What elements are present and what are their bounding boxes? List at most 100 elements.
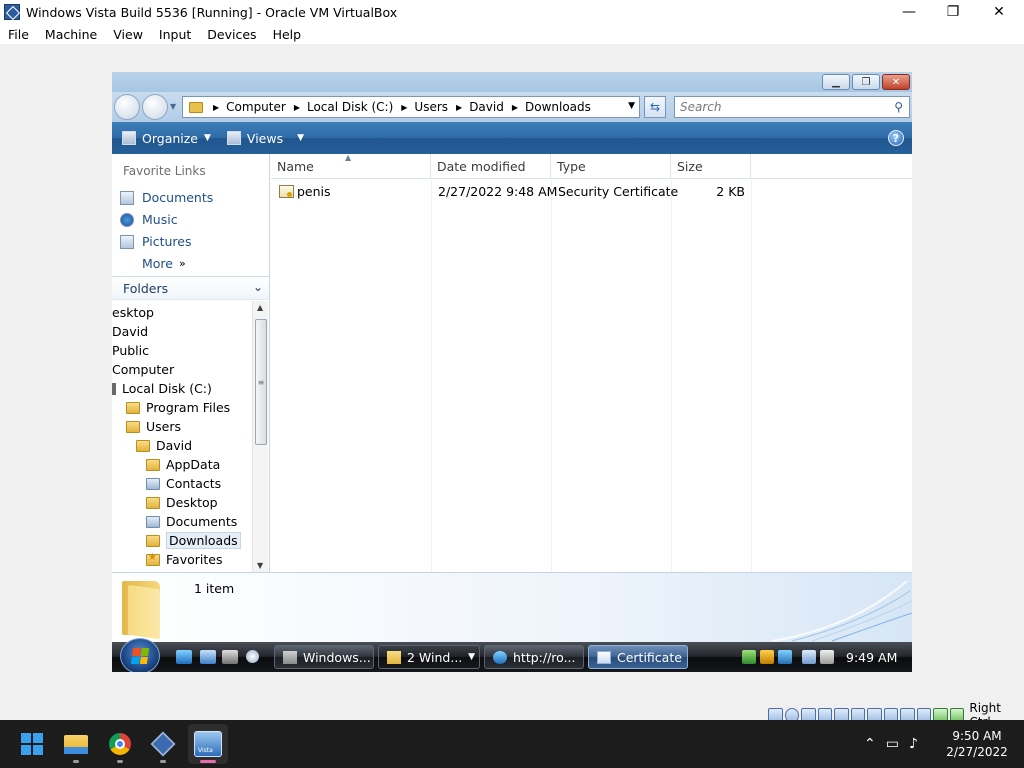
favorite-link-pictures[interactable]: Pictures — [120, 234, 192, 249]
column-header-type[interactable]: Type — [551, 154, 671, 179]
folders-toggle[interactable]: Folders ⌄ — [112, 276, 269, 300]
tree-item[interactable]: David — [112, 322, 148, 341]
tree-item[interactable]: AppData — [146, 455, 220, 474]
tree-item[interactable]: Documents — [146, 512, 237, 531]
double-chevron-right-icon: » — [179, 257, 186, 270]
file-name-cell[interactable]: penis — [279, 180, 331, 202]
menu-devices[interactable]: Devices — [199, 27, 264, 42]
tree-item[interactable]: Favorites — [146, 550, 222, 569]
tree-item[interactable]: Local Disk (C:) — [112, 379, 212, 398]
column-label: Type — [557, 159, 586, 174]
more-links-button[interactable]: More » — [142, 256, 186, 271]
breadcrumb-local-disk[interactable]: Local Disk (C:) — [307, 100, 393, 114]
tree-item[interactable]: Downloads — [146, 531, 241, 550]
file-explorer-button[interactable] — [56, 724, 96, 764]
column-divider — [751, 179, 752, 572]
volume-icon[interactable]: ♪ — [909, 736, 918, 752]
scroll-thumb[interactable]: ≡ — [255, 319, 267, 445]
minimize-button[interactable]: — — [886, 0, 932, 24]
breadcrumb-separator-icon[interactable]: ▶ — [456, 103, 462, 112]
tree-item[interactable]: Public — [112, 341, 149, 360]
chrome-button[interactable] — [100, 724, 140, 764]
certificate-window-icon — [597, 650, 611, 664]
windows-flag-icon — [130, 648, 150, 664]
recent-pages-dropdown[interactable]: ▼ — [170, 102, 178, 111]
media-player-icon[interactable] — [246, 650, 259, 663]
explorer-minimize-button[interactable]: ▁ — [822, 74, 850, 90]
vista-clock[interactable]: 9:49 AM — [846, 650, 897, 665]
tree-item[interactable]: Contacts — [146, 474, 221, 493]
breadcrumb-david[interactable]: David — [469, 100, 504, 114]
chevron-down-icon: ▼ — [204, 133, 211, 143]
forward-button[interactable] — [142, 94, 168, 120]
restore-button[interactable]: ❐ — [930, 0, 976, 24]
search-input[interactable] — [680, 100, 880, 114]
taskbar-button-windows[interactable]: Windows... — [274, 645, 374, 669]
breadcrumb-separator-icon[interactable]: ▶ — [213, 103, 219, 112]
windows-defender-icon[interactable] — [778, 650, 792, 664]
breadcrumb-computer[interactable]: Computer — [226, 100, 286, 114]
host-title-bar: Windows Vista Build 5536 [Running] - Ora… — [0, 0, 1024, 24]
volume-icon[interactable] — [820, 650, 834, 664]
folder-tree-scrollbar[interactable]: ▲ ≡ ▼ — [252, 301, 268, 572]
menu-view[interactable]: View — [105, 27, 151, 42]
breadcrumb-separator-icon[interactable]: ▶ — [294, 103, 300, 112]
taskbar-button-browser[interactable]: http://ro... — [484, 645, 584, 669]
search-box[interactable]: ⚲ — [674, 96, 910, 118]
vista-vm-button[interactable] — [188, 724, 228, 764]
tray-app-icon[interactable] — [742, 650, 756, 664]
show-desktop-icon[interactable] — [200, 650, 216, 664]
favorite-link-label: Documents — [142, 190, 214, 205]
virtualbox-manager-button[interactable] — [143, 724, 183, 764]
network-icon[interactable]: ▭ — [886, 736, 899, 752]
help-icon[interactable]: ? — [888, 130, 904, 146]
tree-item[interactable]: esktop — [112, 303, 154, 322]
taskbar-button-explorer-group[interactable]: 2 Wind... ▼ — [378, 645, 480, 669]
tree-item-label: Users — [146, 419, 182, 434]
taskbar-button-certificate[interactable]: Certificate — [588, 645, 688, 669]
menu-input[interactable]: Input — [151, 27, 199, 42]
scroll-down-icon[interactable]: ▼ — [257, 561, 263, 570]
folder-icon — [126, 401, 140, 414]
explorer-maximize-button[interactable]: ❐ — [852, 74, 880, 90]
breadcrumb-downloads[interactable]: Downloads — [525, 100, 591, 114]
tree-item[interactable]: Desktop — [146, 493, 218, 512]
tree-item[interactable]: Users — [126, 417, 181, 436]
windows-start-button[interactable] — [12, 724, 52, 764]
menu-file[interactable]: File — [0, 27, 37, 42]
host-clock[interactable]: 9:50 AM 2/27/2022 — [946, 728, 1008, 760]
file-row[interactable]: penis 2/27/2022 9:48 AM Security Certifi… — [271, 180, 912, 202]
breadcrumb-separator-icon[interactable]: ▶ — [512, 103, 518, 112]
network-icon[interactable] — [802, 650, 816, 664]
menu-machine[interactable]: Machine — [37, 27, 105, 42]
address-bar[interactable]: ▶ Computer ▶ Local Disk (C:) ▶ Users ▶ D… — [182, 96, 640, 118]
internet-explorer-icon[interactable] — [176, 650, 192, 664]
menu-help[interactable]: Help — [265, 27, 310, 42]
refresh-button[interactable]: ⇆ — [644, 96, 666, 118]
close-button[interactable]: ✕ — [976, 0, 1022, 24]
chevron-up-icon[interactable]: ⌃ — [864, 736, 876, 752]
vista-start-orb[interactable] — [120, 638, 160, 672]
breadcrumb-users[interactable]: Users — [414, 100, 448, 114]
column-header-name[interactable]: Name ▲ — [271, 153, 431, 179]
tree-item[interactable]: Computer — [112, 360, 174, 379]
organize-button[interactable]: Organize ▼ — [122, 131, 211, 146]
tree-item[interactable]: Program Files — [126, 398, 230, 417]
favorite-link-documents[interactable]: Documents — [120, 190, 213, 205]
favorite-link-music[interactable]: Music — [120, 212, 178, 227]
views-button[interactable]: Views ▼ — [226, 131, 304, 146]
switch-windows-icon[interactable] — [222, 650, 238, 664]
tree-item[interactable]: David — [136, 436, 192, 455]
documents-icon — [120, 190, 134, 205]
address-dropdown-icon[interactable]: ▼ — [628, 101, 635, 111]
search-icon[interactable]: ⚲ — [894, 100, 903, 114]
column-header-date-modified[interactable]: Date modified — [431, 154, 551, 179]
vista-guest-screen[interactable]: ▁ ❐ ✕ ▼ ▶ Computer ▶ Local Disk (C:) ▶ U… — [112, 72, 912, 672]
vista-taskbar: Windows... 2 Wind... ▼ http://ro... Cert… — [112, 638, 912, 672]
explorer-close-button[interactable]: ✕ — [882, 74, 910, 90]
column-header-size[interactable]: Size — [671, 154, 751, 179]
back-button[interactable] — [114, 94, 140, 120]
scroll-up-icon[interactable]: ▲ — [257, 303, 263, 312]
security-shield-icon[interactable] — [760, 650, 774, 664]
breadcrumb-separator-icon[interactable]: ▶ — [401, 103, 407, 112]
